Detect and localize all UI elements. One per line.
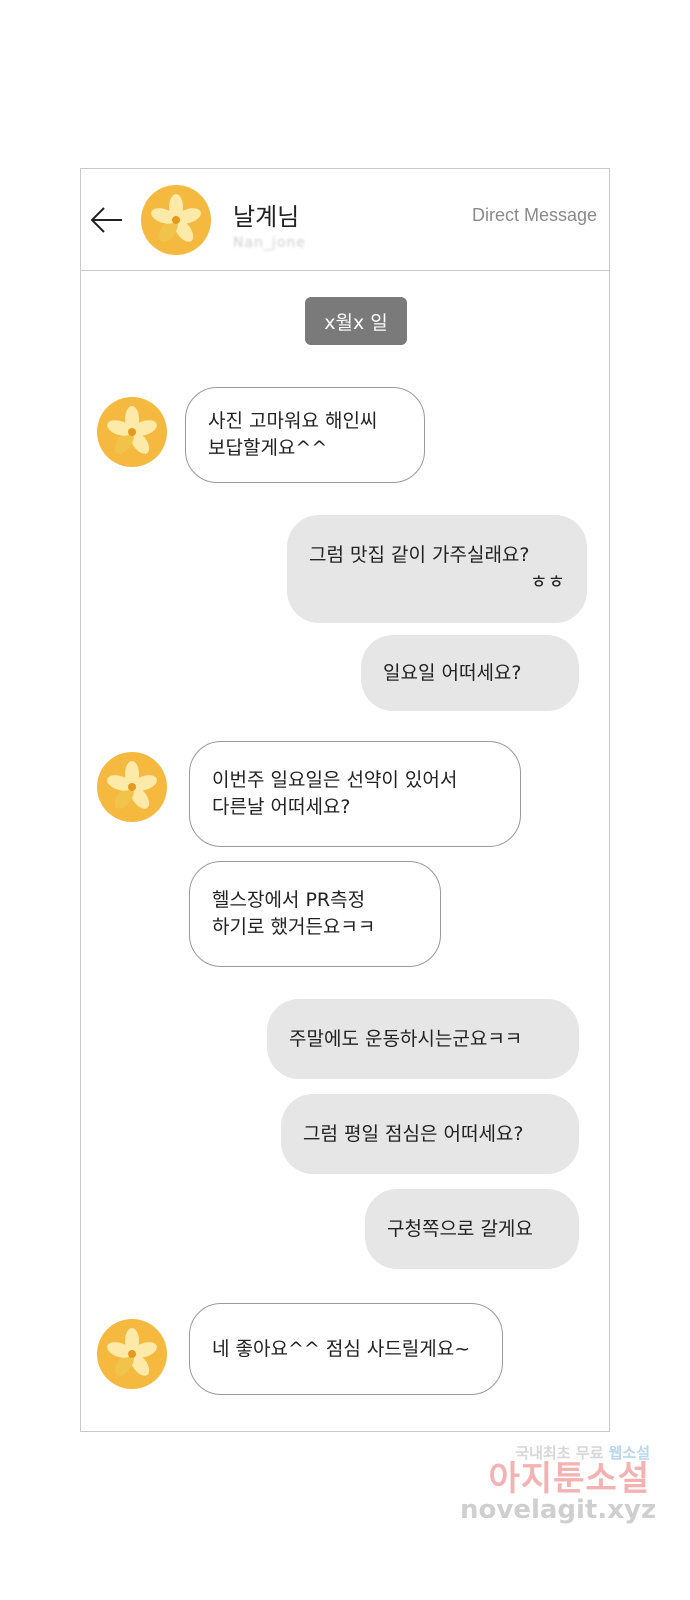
message-line: ㅎㅎ — [530, 571, 565, 593]
flower-icon — [151, 194, 201, 242]
message-line: 그럼 맛집 같이 가주실래요? — [309, 544, 530, 566]
message-line: 이번주 일요일은 선약이 있어서 — [212, 769, 458, 791]
flower-icon — [107, 1328, 157, 1376]
message-bubble-incoming[interactable]: 헬스장에서 PR측정 하기로 했거든요ㅋㅋ — [189, 861, 441, 967]
message-line: 보답할게요^^ — [208, 437, 328, 459]
message-line: 그럼 평일 점심은 어떠세요? — [303, 1122, 524, 1145]
chat-window: 날계님 Nan_jone Direct Message x월x 일 사진 고마워… — [80, 168, 610, 1432]
message-bubble-incoming[interactable]: 이번주 일요일은 선약이 있어서 다른날 어떠세요? — [189, 741, 521, 847]
sender-avatar[interactable] — [97, 1319, 167, 1389]
contact-handle: Nan_jone — [233, 235, 306, 251]
message-line: 일요일 어떠세요? — [383, 661, 522, 684]
date-divider: x월x 일 — [305, 297, 407, 345]
message-bubble-outgoing[interactable]: 일요일 어떠세요? — [361, 635, 579, 711]
message-line: 다른날 어떠세요? — [212, 796, 351, 818]
message-bubble-incoming[interactable]: 네 좋아요^^ 점심 사드릴게요~ — [189, 1303, 503, 1395]
message-line: 헬스장에서 PR측정 — [212, 889, 366, 911]
watermark-url: novelagit.xyz — [460, 1495, 657, 1526]
flower-icon — [107, 406, 157, 454]
message-line: 네 좋아요^^ 점심 사드릴게요~ — [212, 1337, 471, 1360]
message-line: 하기로 했거든요ㅋㅋ — [212, 916, 376, 938]
flower-icon — [107, 761, 157, 809]
message-bubble-incoming[interactable]: 사진 고마워요 해인씨 보답할게요^^ — [185, 387, 425, 483]
direct-message-label: Direct Message — [471, 205, 597, 225]
sender-avatar[interactable] — [97, 397, 167, 467]
site-watermark: 국내최초 무료 웹소설 아지툰소설 novelagit.xyz — [460, 1445, 657, 1526]
sender-avatar[interactable] — [97, 752, 167, 822]
message-line: 주말에도 운동하시는군요ㅋㅋ — [289, 1027, 523, 1050]
watermark-brand: 아지툰소설 — [488, 1458, 650, 1499]
contact-name: 날계님 — [233, 203, 300, 231]
message-line: 구청쪽으로 갈게요 — [387, 1217, 533, 1240]
message-bubble-outgoing[interactable]: 구청쪽으로 갈게요 — [365, 1189, 579, 1269]
message-line: 사진 고마워요 해인씨 — [208, 410, 378, 432]
message-bubble-outgoing[interactable]: 주말에도 운동하시는군요ㅋㅋ — [267, 999, 579, 1079]
message-bubble-outgoing[interactable]: 그럼 맛집 같이 가주실래요? ㅎㅎ — [287, 515, 587, 623]
contact-avatar[interactable] — [141, 185, 211, 255]
message-bubble-outgoing[interactable]: 그럼 평일 점심은 어떠세요? — [281, 1094, 579, 1174]
back-arrow-icon[interactable] — [89, 205, 125, 235]
chat-header: 날계님 Nan_jone Direct Message — [81, 169, 609, 271]
